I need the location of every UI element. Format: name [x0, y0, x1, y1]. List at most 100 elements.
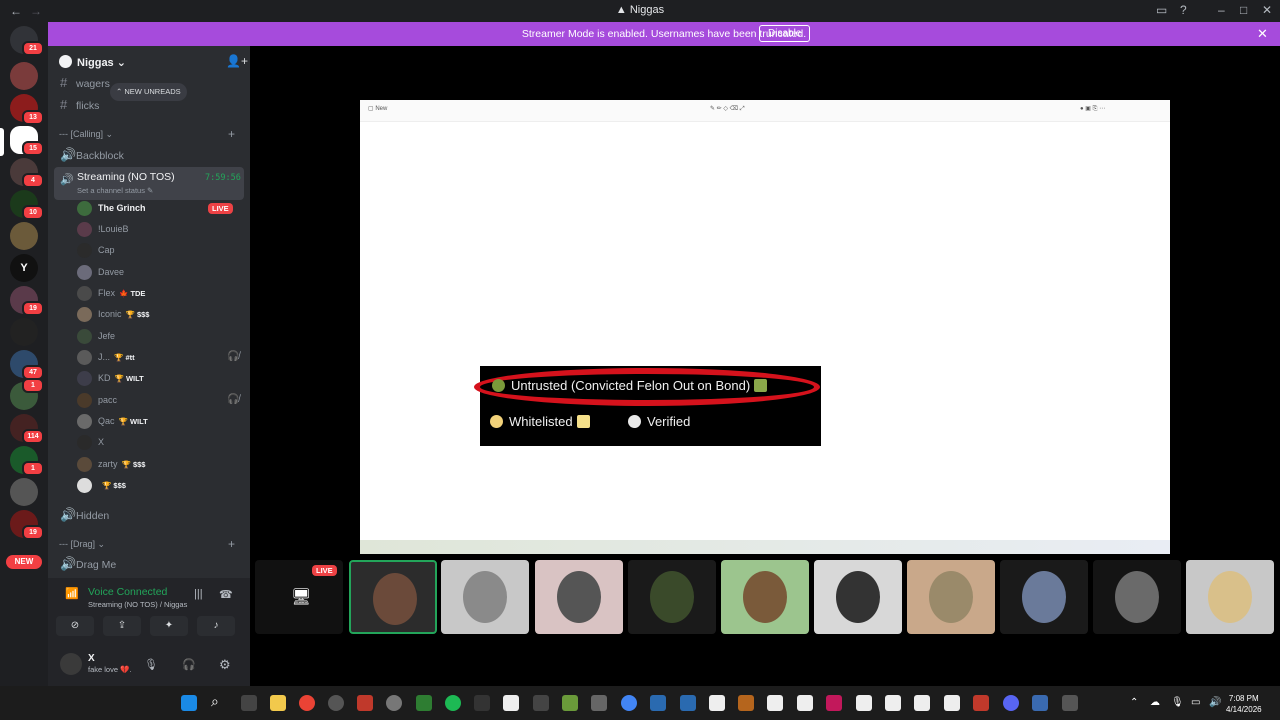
voice-user[interactable]: zarty 🏆 $$$	[77, 456, 242, 474]
channel-drag-me[interactable]: 🔊Drag Me	[60, 556, 116, 572]
minecraft-icon[interactable]	[562, 695, 578, 711]
channel-hidden[interactable]: 🔊Hidden	[60, 507, 109, 523]
server-icon[interactable]	[10, 478, 38, 506]
chrome-active-icon[interactable]	[621, 695, 637, 711]
disable-button[interactable]: Disable	[759, 25, 811, 42]
shared-screen[interactable]: ▢ New ✎ ✏ ◇ ⌫ ⤢ ● ▣ ⎘ ⋯ Untrusted (Convi…	[360, 100, 1170, 554]
app-icon[interactable]	[1032, 695, 1048, 711]
settings-app-icon[interactable]	[386, 695, 402, 711]
add-channel-icon[interactable]: +	[228, 537, 235, 551]
channel-flicks[interactable]: # flicks	[60, 97, 99, 112]
voice-user[interactable]: Qac 🏆 WILT	[77, 413, 242, 431]
channel-backblock[interactable]: 🔊Backblock	[60, 147, 124, 163]
display-icon[interactable]: ▭	[1191, 697, 1200, 708]
file-icon[interactable]	[914, 695, 930, 711]
camera-off-button[interactable]: ⊘	[56, 616, 94, 636]
show-hidden-icons-icon[interactable]: ⌃	[1130, 697, 1138, 708]
voice-user[interactable]: !LouieB	[77, 221, 242, 239]
soundboard-button[interactable]: ♪	[197, 616, 235, 636]
file-explorer-icon[interactable]	[270, 695, 286, 711]
participant-tile[interactable]	[441, 560, 529, 634]
microphone-icon[interactable]: 🎙	[144, 658, 158, 671]
app-icon[interactable]	[650, 695, 666, 711]
participant-tile[interactable]	[814, 560, 902, 634]
voice-user[interactable]: pacc 🎧̸	[77, 392, 242, 410]
close-window-icon[interactable]: ✕	[1262, 3, 1272, 17]
app-icon[interactable]	[328, 695, 344, 711]
file-icon[interactable]	[885, 695, 901, 711]
server-icon[interactable]	[10, 318, 38, 346]
participant-tile-speaking[interactable]	[349, 560, 437, 634]
onedrive-icon[interactable]: ☁	[1150, 697, 1160, 708]
new-servers-pill[interactable]: NEW	[6, 555, 42, 569]
app-icon[interactable]	[680, 695, 696, 711]
search-icon[interactable]: ⌕	[211, 693, 219, 710]
help-icon[interactable]: ?	[1180, 3, 1187, 17]
avatar[interactable]	[60, 653, 82, 675]
add-channel-icon[interactable]: +	[228, 127, 235, 141]
new-unreads-pill[interactable]: ⌃ NEW UNREADS	[110, 83, 187, 101]
disconnect-icon[interactable]: ☎	[219, 588, 233, 601]
screen-share-button[interactable]: ⇪	[103, 616, 141, 636]
settings-gear-icon[interactable]: ⚙	[219, 657, 231, 673]
app-icon[interactable]	[591, 695, 607, 711]
winrar-icon[interactable]	[738, 695, 754, 711]
app-icon[interactable]	[416, 695, 432, 711]
app-icon[interactable]	[357, 695, 373, 711]
headphones-icon[interactable]: 🎧	[182, 658, 196, 671]
participant-tile[interactable]	[628, 560, 716, 634]
discord-icon[interactable]	[1003, 695, 1019, 711]
file-icon[interactable]	[767, 695, 783, 711]
voice-location[interactable]: Streaming (NO TOS) / Niggas	[88, 600, 187, 609]
voice-user[interactable]: The Grinch LIVE	[77, 200, 242, 218]
category-drag[interactable]: --- [Drag] ⌄	[59, 539, 105, 550]
voice-user[interactable]: J... 🏆 #tt 🎧̸	[77, 349, 242, 367]
chrome-icon[interactable]	[299, 695, 315, 711]
voice-user[interactable]: Cap	[77, 242, 242, 260]
server-icon[interactable]	[10, 62, 38, 90]
volume-icon[interactable]: 🔊	[1209, 697, 1221, 708]
voice-user[interactable]: Flex 🍁 TDE	[77, 285, 242, 303]
taskbar-clock[interactable]: 7:08 PM 4/14/2026	[1226, 693, 1262, 715]
participant-tile[interactable]	[721, 560, 809, 634]
spotify-icon[interactable]	[445, 695, 461, 711]
server-icon-letter[interactable]: Y	[10, 254, 38, 282]
microphone-tray-icon[interactable]: 🎙	[1171, 697, 1184, 708]
activities-button[interactable]: ✦	[150, 616, 188, 636]
file-icon[interactable]	[944, 695, 960, 711]
category-calling[interactable]: --- [Calling] ⌄	[59, 129, 113, 140]
channel-streaming[interactable]: 🔊 Streaming (NO TOS) Set a channel statu…	[54, 167, 244, 200]
inbox-icon[interactable]: ▭	[1156, 3, 1167, 17]
guild-header[interactable]: Niggas ⌄ 👤+	[48, 46, 250, 78]
voice-user[interactable]: Davee	[77, 264, 242, 282]
participant-tile[interactable]	[1186, 560, 1274, 634]
windows-start-icon[interactable]	[181, 695, 197, 711]
server-icon[interactable]	[10, 222, 38, 250]
file-icon[interactable]	[856, 695, 872, 711]
maximize-icon[interactable]: □	[1240, 3, 1247, 17]
voice-user[interactable]: Jefe	[77, 328, 242, 346]
close-banner-icon[interactable]: ✕	[1257, 26, 1268, 42]
participant-tile[interactable]	[1093, 560, 1181, 634]
voice-user[interactable]: Iconic 🏆 $$$	[77, 306, 242, 324]
file-icon[interactable]	[709, 695, 725, 711]
participant-tile[interactable]	[907, 560, 995, 634]
epic-games-icon[interactable]	[474, 695, 490, 711]
app-icon[interactable]	[826, 695, 842, 711]
voice-user[interactable]: KD 🏆 WILT	[77, 370, 242, 388]
invite-people-icon[interactable]: 👤+	[226, 54, 248, 68]
minimize-icon[interactable]: –	[1218, 3, 1225, 17]
voice-user[interactable]: 🏆 $$$	[77, 477, 242, 495]
file-icon[interactable]	[503, 695, 519, 711]
participant-tile[interactable]	[535, 560, 623, 634]
task-view-icon[interactable]	[241, 695, 257, 711]
channel-wagers[interactable]: # wagers	[60, 75, 110, 90]
noise-suppression-icon[interactable]: |||	[194, 588, 203, 600]
app-icon[interactable]	[973, 695, 989, 711]
signal-icon[interactable]: 📶	[65, 587, 79, 600]
voice-connected-label[interactable]: Voice Connected	[88, 586, 167, 598]
voice-user[interactable]: X	[77, 434, 242, 452]
channel-status[interactable]: Set a channel status ✎	[77, 186, 153, 195]
file-icon[interactable]	[797, 695, 813, 711]
participant-tile[interactable]	[1000, 560, 1088, 634]
